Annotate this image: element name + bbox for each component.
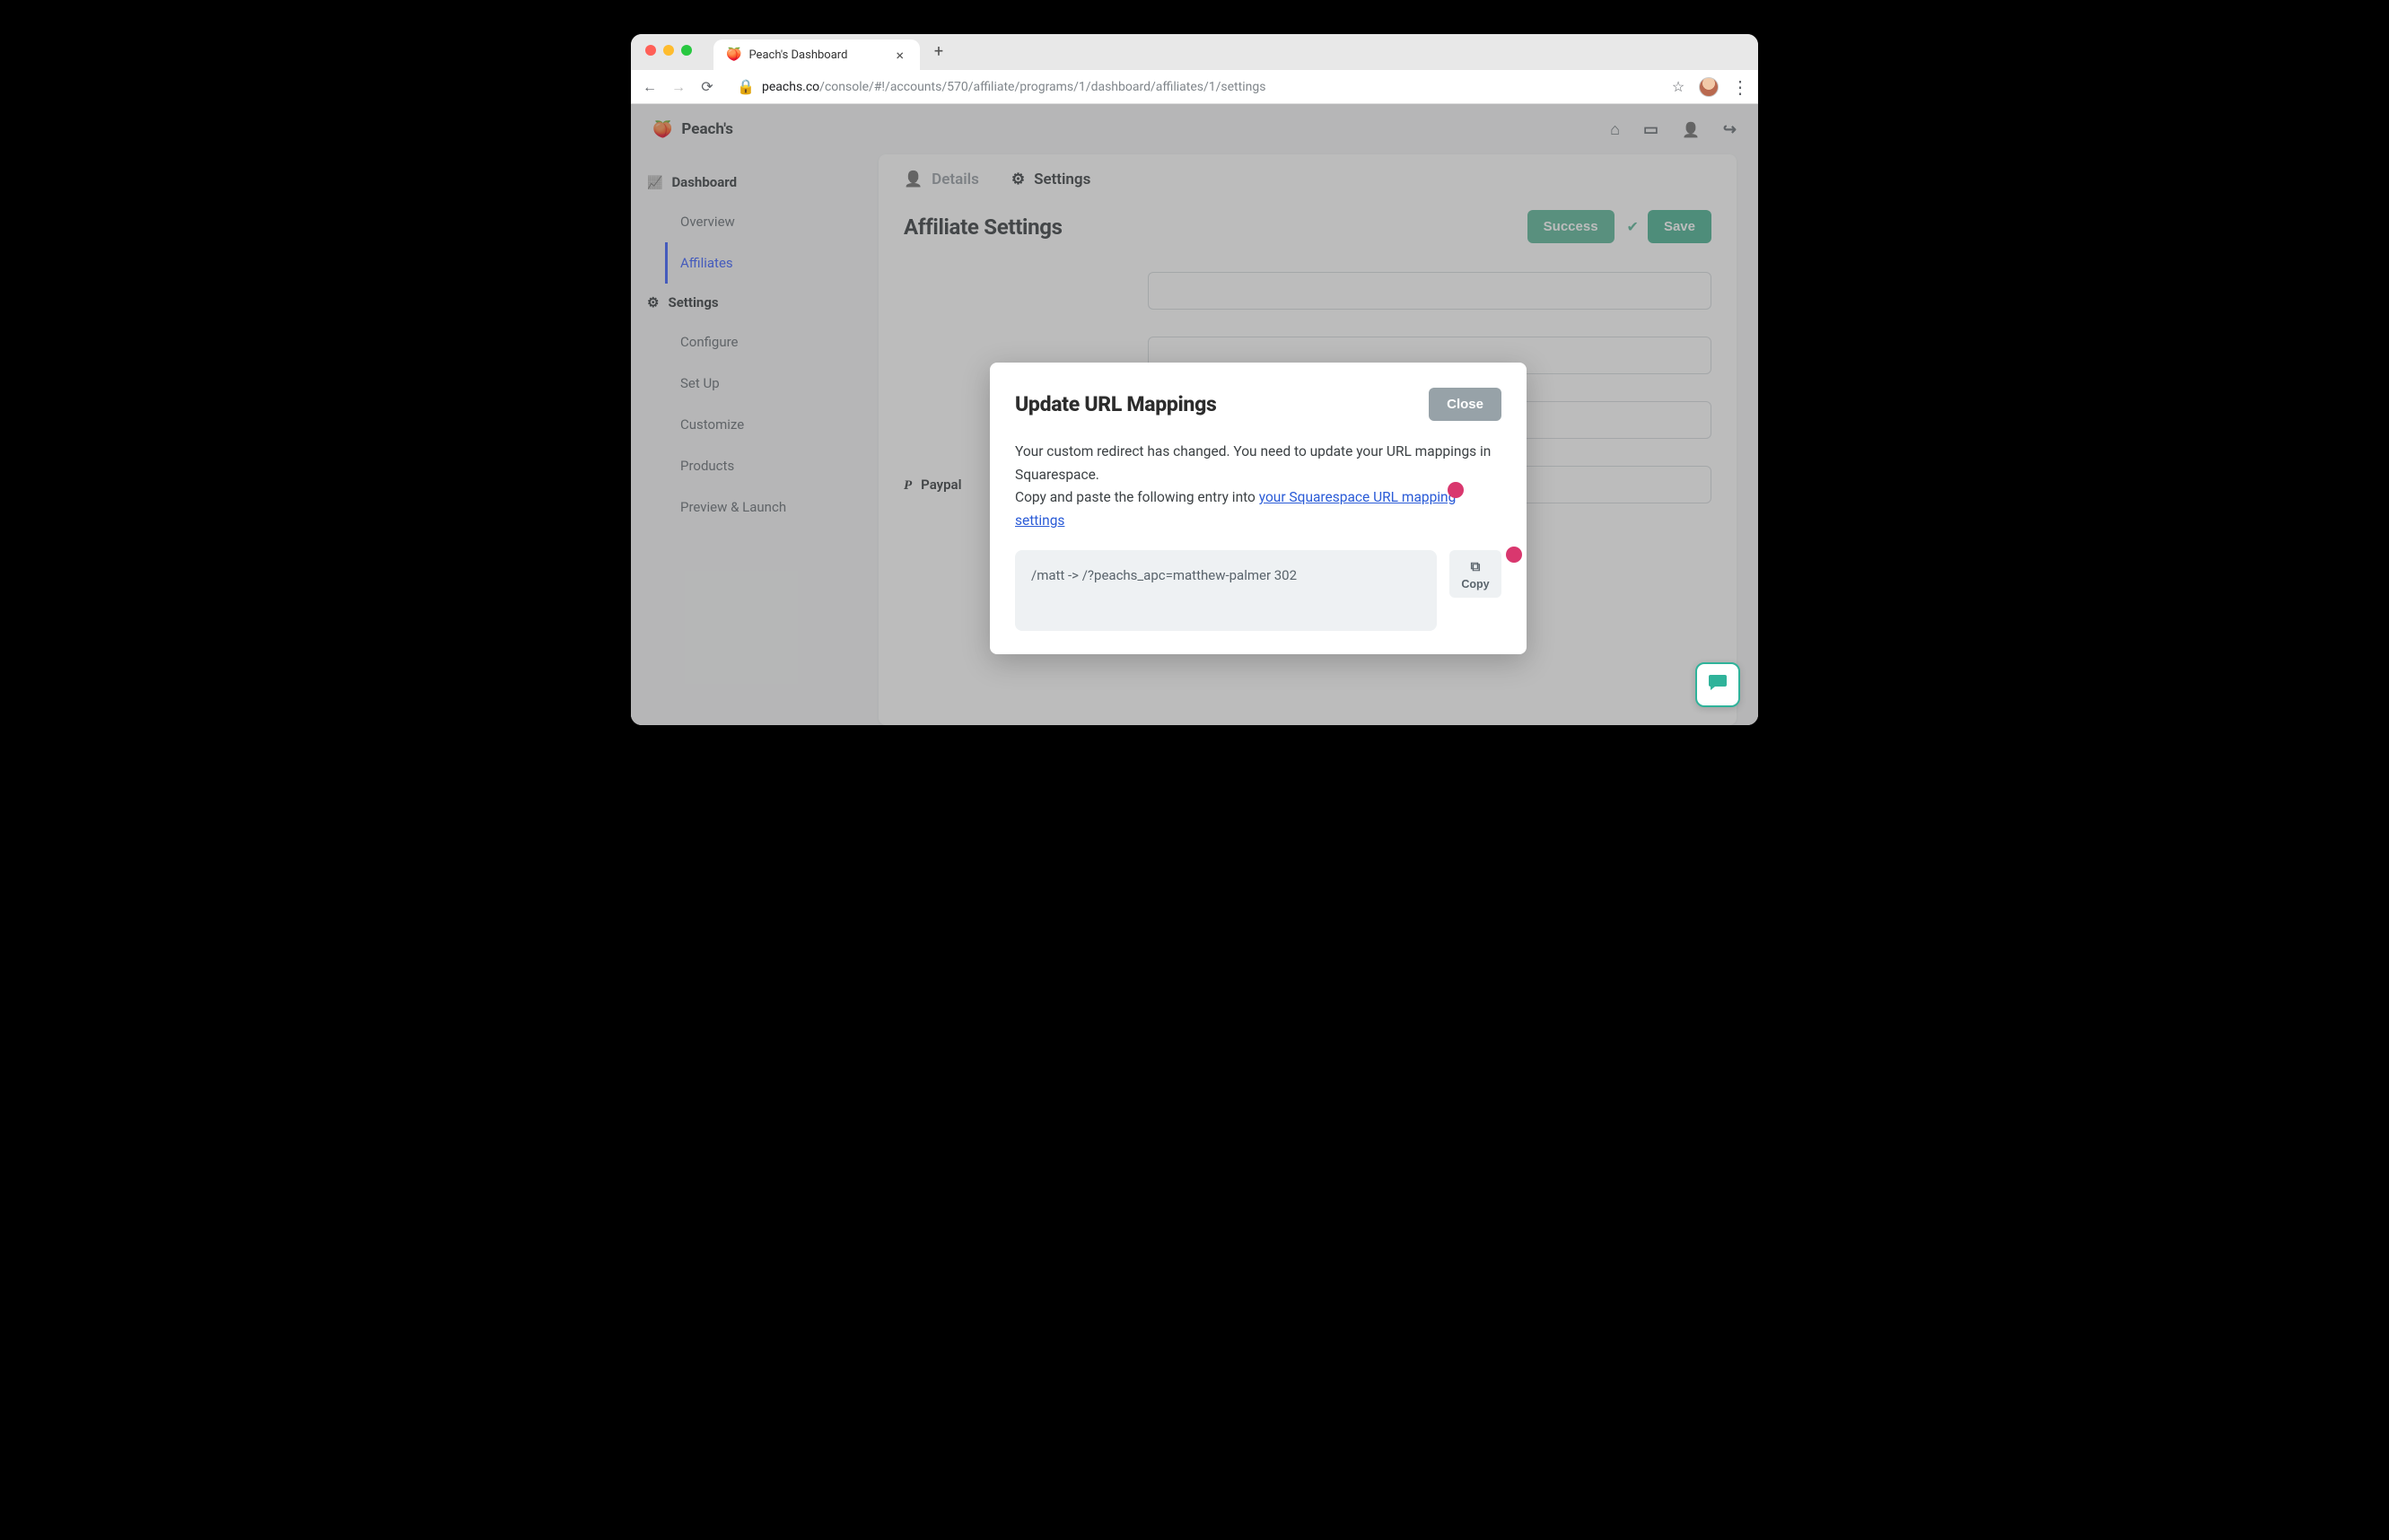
browser-toolbar: ← → ⟳ 🔒 peachs.co/console/#!/accounts/57…	[631, 70, 1758, 104]
copy-button-label: Copy	[1461, 578, 1489, 591]
new-tab-button[interactable]: +	[925, 42, 952, 61]
chat-fab-button[interactable]	[1695, 662, 1740, 707]
browser-tab-strip: 🍑 Peach's Dashboard × +	[631, 34, 1758, 70]
address-bar[interactable]: 🔒 peachs.co/console/#!/accounts/570/affi…	[728, 74, 1658, 100]
profile-avatar-button[interactable]	[1699, 77, 1719, 97]
window-fullscreen-button[interactable]	[681, 45, 692, 56]
copy-button[interactable]: Copy	[1449, 550, 1501, 598]
modal-body-line-2: Copy and paste the following entry into …	[1015, 486, 1501, 532]
browser-tab-title: Peach's Dashboard	[748, 48, 847, 62]
url-text: peachs.co/console/#!/accounts/570/affili…	[762, 80, 1265, 94]
annotation-dot-2	[1506, 547, 1522, 563]
nav-reload-button[interactable]: ⟳	[699, 78, 715, 95]
bookmark-star-button[interactable]: ☆	[1670, 78, 1686, 95]
copy-icon	[1471, 559, 1481, 574]
browser-menu-button[interactable]: ⋮	[1731, 83, 1747, 92]
url-mapping-code-box[interactable]: /matt -> /?peachs_apc=matthew-palmer 302	[1015, 550, 1437, 631]
modal-close-button[interactable]: Close	[1429, 388, 1501, 421]
chat-icon	[1707, 671, 1728, 698]
window-close-button[interactable]	[645, 45, 656, 56]
lock-icon: 🔒	[737, 78, 753, 95]
annotation-dot-1	[1448, 482, 1464, 498]
window-controls	[645, 45, 692, 56]
browser-tab[interactable]: 🍑 Peach's Dashboard ×	[713, 39, 920, 70]
browser-window: 🍑 Peach's Dashboard × + ← → ⟳ 🔒 peachs.c…	[631, 34, 1758, 725]
peach-favicon-icon: 🍑	[726, 48, 741, 62]
nav-back-button[interactable]: ←	[642, 78, 658, 96]
app-viewport: 🍑 Peach's Dashboard Overview Affiliates	[631, 104, 1758, 725]
update-url-mappings-modal: Update URL Mappings Close Your custom re…	[990, 363, 1527, 654]
window-minimize-button[interactable]	[663, 45, 674, 56]
modal-title: Update URL Mappings	[1015, 392, 1216, 416]
nav-forward-button[interactable]: →	[670, 78, 687, 96]
tab-close-button[interactable]: ×	[892, 47, 907, 64]
modal-body-line-1: Your custom redirect has changed. You ne…	[1015, 441, 1501, 486]
